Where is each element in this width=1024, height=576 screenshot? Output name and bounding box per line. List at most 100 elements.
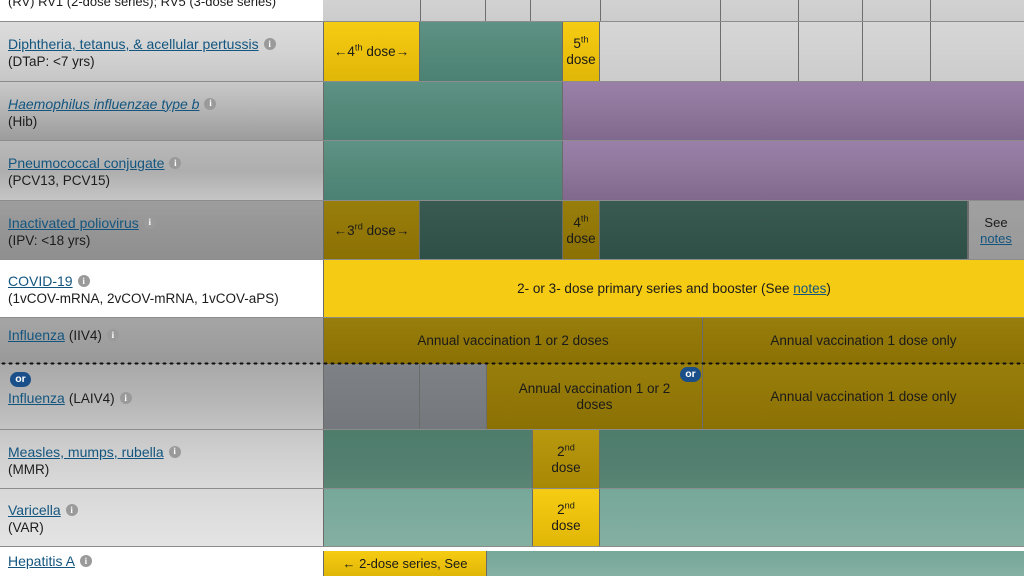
row-separator [0,488,1024,489]
influenza-laiv4-name-row: Influenza (LAIV4) i [8,390,132,406]
info-icon[interactable]: i [106,329,119,341]
row-separator [0,259,1024,260]
column-divider [798,0,799,22]
info-icon[interactable]: i [77,275,90,287]
info-icon[interactable]: i [204,97,217,110]
hepa-2dose-label: ← 2-dose series, See [342,555,468,571]
varicella-link[interactable]: Varicella [8,502,61,518]
covid19-series-text-post: ) [826,281,831,297]
ipv-see-label: See [984,215,1008,231]
row-label-mmr[interactable]: Measles, mumps, rubella i (MMR) [0,430,323,489]
rotavirus-series-text: (RV) RV1 (2-dose series); RV5 (3-dose se… [8,0,277,9]
or-badge: or [10,371,31,387]
column-divider [968,201,969,260]
row-label-influenza-iiv4[interactable]: Influenza (IIV4) i [0,318,323,364]
cell-mmr-2nd-dose: 2nd dose [533,430,600,489]
iiv4-1or2-label: Annual vaccination 1 or 2 doses [417,333,609,349]
info-icon[interactable]: i [168,445,181,458]
row-label-pcv[interactable]: Pneumococcal conjugate i (PCV13, PCV15) [0,141,323,201]
row-separator [0,81,1024,82]
hepatitis-a-link[interactable]: Hepatitis A [8,553,75,569]
mmr-link[interactable]: Measles, mumps, rubella [8,444,164,460]
cell-mmr-green-2 [600,430,1024,489]
cell-pcv-purple [563,141,1024,201]
covid19-series-text-pre: 2- or 3- dose primary series and booster… [517,281,794,297]
cell-hib-green [323,82,563,141]
info-icon[interactable]: i [65,504,78,516]
cell-hepa-green [487,551,1024,576]
hib-abbrev: (Hib) [8,113,38,129]
var-2nd-dose-label: 2nd dose [551,500,581,533]
row-label-ipv[interactable]: Inactivated poliovirus i (IPV: <18 yrs) [0,201,323,260]
cell-dtap-green [420,22,563,82]
column-divider [720,22,721,82]
covid19-link[interactable]: COVID-19 [8,273,73,289]
row-label-hepatitis-a[interactable]: Hepatitis A i [0,547,323,576]
dtap-link[interactable]: Diphtheria, tetanus, & acellular pertuss… [8,36,259,52]
row-separator [0,429,1024,430]
cell-laiv4-1only: Annual vaccination 1 dose only [703,364,1024,430]
influenza-or-badge-grid: or [680,364,701,382]
cell-dtap-empty [600,22,1024,82]
info-icon[interactable]: i [119,392,132,404]
cell-ipv-3rd-dose: ←3rd dose→ [323,201,420,260]
covid-name-row: COVID-19 i [8,273,90,289]
column-divider [600,0,601,22]
cell-ipv-green-1 [420,201,563,260]
row-label-covid19[interactable]: COVID-19 i (1vCOV-mRNA, 2vCOV-mRNA, 1vCO… [0,260,323,318]
cell-covid19-series: 2- or 3- dose primary series and booster… [323,260,1024,318]
ipv-link[interactable]: Inactivated poliovirus [8,215,139,231]
cell-iiv4-1or2: Annual vaccination 1 or 2 doses [323,318,703,364]
info-icon[interactable]: i [79,555,92,567]
cell-var-2nd-dose: 2nd dose [533,489,600,547]
cell-ipv-green-2 [600,201,968,260]
influenza-iiv4-abbrev: (IIV4) [68,327,102,343]
covid19-abbrev: (1vCOV-mRNA, 2vCOV-mRNA, 1vCOV-aPS) [8,291,279,306]
info-icon[interactable]: i [169,157,182,169]
column-divider [930,0,931,22]
row-separator [0,21,1024,22]
influenza-laiv4-abbrev: (LAIV4) [68,390,115,406]
dtap-5th-dose-label: 5th dose [566,34,596,67]
influenza-or-dotted-divider [0,362,1024,365]
cell-hepa-2dose-series: ← 2-dose series, See [323,551,487,576]
info-icon[interactable]: i [143,216,156,229]
varicella-abbrev: (VAR) [8,520,44,535]
row-separator [0,140,1024,141]
row-label-varicella[interactable]: Varicella i (VAR) [0,489,323,547]
cell-pcv-green [323,141,563,201]
ipv-4th-dose-label: 4th dose [566,213,596,246]
or-badge-wrap: or [10,369,31,387]
row-separator [0,317,1024,318]
grid-cell-top-partial [323,0,1024,22]
row-label-rotavirus-partial: (RV) RV1 (2-dose series); RV5 (3-dose se… [0,0,323,22]
row-separator [0,546,1024,547]
dtap-abbrev: (DTaP: <7 yrs) [8,54,95,69]
info-icon[interactable]: i [263,38,276,50]
mmr-name-row: Measles, mumps, rubella i [8,444,181,460]
immunization-schedule-table: (RV) RV1 (2-dose series); RV5 (3-dose se… [0,0,1024,576]
covid19-notes-link[interactable]: notes [793,281,826,296]
varicella-name-row: Varicella i [8,502,78,518]
influenza-iiv4-link[interactable]: Influenza [8,327,65,343]
pcv-name-row: Pneumococcal conjugate i [8,155,182,171]
influenza-iiv4-name-row: Influenza (IIV4) i [8,327,119,343]
hib-link[interactable]: Haemophilus influenzae type b [8,96,199,112]
column-divider [930,22,931,82]
cell-mmr-green-1 [323,430,533,489]
row-label-dtap[interactable]: Diphtheria, tetanus, & acellular pertuss… [0,22,323,82]
cell-ipv-see-notes[interactable]: See notes [968,201,1024,260]
row-separator [0,200,1024,201]
iiv4-1only-label: Annual vaccination 1 dose only [770,333,957,349]
row-label-influenza-laiv4[interactable]: or Influenza (LAIV4) i [0,364,323,430]
row-label-hib[interactable]: Haemophilus influenzae type b i (Hib) [0,82,323,141]
pcv-link[interactable]: Pneumococcal conjugate [8,155,164,171]
ipv-abbrev: (IPV: <18 yrs) [8,232,91,248]
pcv-abbrev: (PCV13, PCV15) [8,173,111,188]
influenza-laiv4-link[interactable]: Influenza [8,390,65,406]
cell-var-green-1 [323,489,533,547]
dtap-4th-dose-label: ←4th dose→ [333,42,410,60]
hepa-name-row: Hepatitis A i [8,553,92,569]
cell-dtap-5th-dose: 5th dose [563,22,600,82]
ipv-notes-link[interactable]: notes [980,231,1012,246]
